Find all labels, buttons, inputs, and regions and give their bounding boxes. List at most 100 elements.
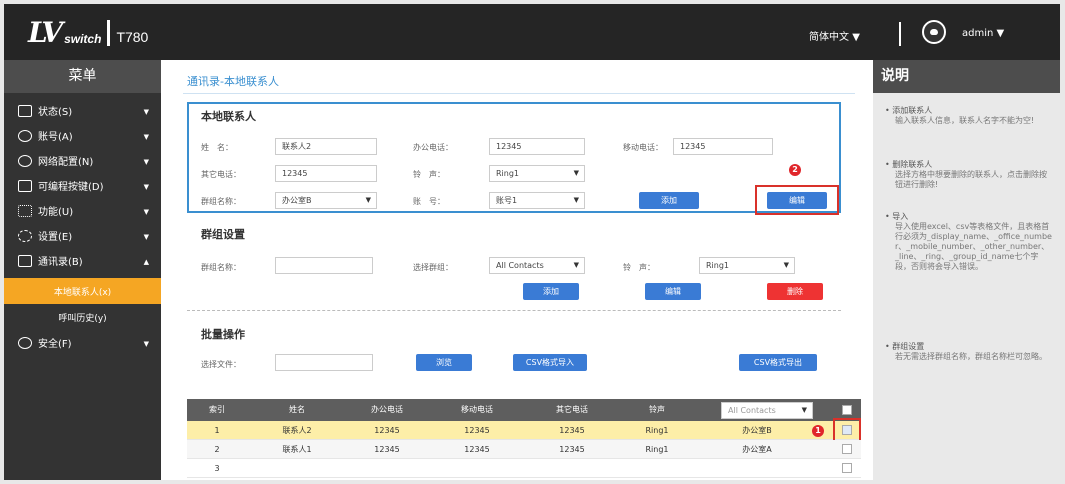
avatar-icon[interactable] (922, 20, 946, 44)
cell-name: 联系人2 (282, 426, 312, 435)
group-name-input[interactable] (275, 257, 373, 274)
group-name-label: 群组名称： (201, 263, 241, 272)
csv-import-button[interactable]: CSV格式导入 (513, 354, 587, 371)
sidebar-item-dsskey[interactable]: 可编程按键(D) ▼ (4, 173, 161, 198)
user-icon (18, 129, 32, 142)
help-panel: 说明 • 添加联系人 输入联系人信息，联系人名字不能为空! • 删除联系人 选择方格… (873, 60, 1060, 480)
breadcrumb: 通讯录-本地联系人 (187, 75, 279, 88)
sidebar-item-label: 设置(E) (38, 232, 73, 243)
book-icon (18, 254, 32, 267)
breadcrumb-divider (183, 93, 855, 94)
file-input[interactable] (275, 354, 373, 371)
account-label: 账 号： (413, 197, 445, 206)
sidebar-subitem-call-history[interactable]: 呼叫历史(y) (4, 304, 161, 330)
row-checkbox[interactable] (842, 444, 852, 454)
chevron-icon: ▼ (143, 158, 149, 166)
account-value: 账号1 (496, 196, 518, 205)
sidebar-title: 菜单 (4, 60, 161, 93)
other-phone-label: 其它电话： (201, 170, 241, 179)
sidebar-item-label: 网络配置(N) (38, 157, 94, 168)
row-checkbox[interactable] (842, 463, 852, 473)
help-section: • 导入 导入使用excel、csv等表格文件，且表格首行必须为_display_… (885, 212, 1052, 271)
help-section: • 群组设置 若无需选择群组名称，群组名称栏可忽略。 (885, 342, 1053, 362)
help-section-title: 导入 (892, 212, 909, 221)
add-group-button[interactable]: 添加 (523, 283, 579, 300)
help-section-desc: 导入使用excel、csv等表格文件，且表格首行必须为_display_name… (895, 222, 1052, 271)
ring-select[interactable]: Ring1 ▼ (489, 165, 585, 182)
cell-other: 12345 (559, 426, 585, 435)
main-content: 通讯录-本地联系人 本地联系人 姓 名： 联系人2 办公电话： 12345 移动… (161, 60, 873, 480)
other-phone-input[interactable]: 12345 (275, 165, 377, 182)
language-label: 简体中文 (809, 32, 849, 43)
sidebar-item-label: 状态(S) (38, 107, 73, 118)
name-input[interactable]: 联系人2 (275, 138, 377, 155)
sidebar-item-network[interactable]: 网络配置(N) ▼ (4, 148, 161, 173)
sidebar-item-status[interactable]: 状态(S) ▼ (4, 98, 161, 123)
help-section-title: 删除联系人 (892, 160, 933, 169)
group-filter-value: All Contacts (728, 406, 776, 415)
column-header: 移动电话 (461, 405, 493, 414)
step-badge-1: 1 (812, 425, 824, 437)
chevron-down-icon: ▼ (801, 406, 807, 414)
logo-main: LV (28, 16, 63, 49)
cell-index: 3 (214, 464, 220, 473)
delete-group-button[interactable]: 删除 (767, 283, 823, 300)
help-section-desc: 若无需选择群组名称，群组名称栏可忽略。 (895, 352, 1047, 361)
chevron-icon: ▼ (143, 340, 149, 348)
sidebar-item-settings[interactable]: 设置(E) ▼ (4, 223, 161, 248)
cell-other: 12345 (559, 445, 585, 454)
edit-contact-button[interactable]: 编辑 (767, 192, 827, 209)
chevron-up-icon: ▲ (143, 258, 149, 266)
logo: LV switch T780 (28, 16, 148, 49)
row-checkbox[interactable] (842, 425, 852, 435)
sidebar-item-features[interactable]: 功能(U) ▼ (4, 198, 161, 223)
column-header: 办公电话 (371, 405, 403, 414)
group-filter-select[interactable]: All Contacts ▼ (721, 402, 813, 419)
office-phone-label: 办公电话： (413, 143, 453, 152)
column-header: 铃声 (649, 405, 665, 414)
browse-button[interactable]: 浏览 (416, 354, 472, 371)
sidebar-item-directory[interactable]: 通讯录(B) ▲ (4, 248, 161, 273)
group-label: 群组名称： (201, 197, 241, 206)
help-section-title: 添加联系人 (892, 106, 933, 115)
chevron-down-icon: ▼ (573, 196, 579, 204)
group-ring-value: Ring1 (706, 261, 730, 270)
user-menu[interactable]: admin ▼ (962, 28, 1004, 39)
sidebar-item-security[interactable]: 安全(F) ▼ (4, 330, 161, 355)
edit-group-button[interactable]: 编辑 (645, 283, 701, 300)
gear-icon (18, 229, 32, 242)
sidebar: 菜单 状态(S) ▼ 账号(A) ▼ 网络配置(N) ▼ 可编程按键(D) ▼ 功能(U… (4, 60, 161, 480)
column-header: 索引 (209, 405, 225, 414)
office-phone-input[interactable]: 12345 (489, 138, 585, 155)
table-row[interactable]: 3 (187, 459, 861, 478)
language-selector[interactable]: 简体中文 ▼ (809, 28, 860, 43)
add-contact-button[interactable]: 添加 (639, 192, 699, 209)
network-icon (18, 154, 32, 167)
cell-mobile: 12345 (464, 445, 490, 454)
name-label: 姓 名： (201, 143, 233, 152)
table-row[interactable]: 2 联系人1 12345 12345 12345 Ring1 办公室A (187, 440, 861, 459)
cell-ring: Ring1 (645, 445, 669, 454)
help-section: • 添加联系人 输入联系人信息，联系人名字不能为空! (885, 106, 1053, 126)
logo-sub: switch (64, 32, 102, 46)
select-group-dropdown[interactable]: All Contacts ▼ (489, 257, 585, 274)
table-row[interactable]: 1 联系人2 12345 12345 12345 Ring1 办公室B 1 (187, 418, 861, 443)
mobile-phone-input[interactable]: 12345 (673, 138, 773, 155)
contact-form-title: 本地联系人 (201, 110, 256, 123)
cell-office: 12345 (374, 426, 400, 435)
group-select[interactable]: 办公室B ▼ (275, 192, 377, 209)
user-name: admin (962, 28, 994, 39)
chevron-icon: ▼ (143, 133, 149, 141)
select-all-checkbox[interactable] (842, 405, 852, 415)
sidebar-subitem-local-contacts[interactable]: 本地联系人(x) (4, 278, 161, 304)
cell-office: 12345 (374, 445, 400, 454)
batch-operations-title: 批量操作 (201, 328, 245, 341)
sidebar-item-account[interactable]: 账号(A) ▼ (4, 123, 161, 148)
account-select[interactable]: 账号1 ▼ (489, 192, 585, 209)
chevron-icon: ▼ (143, 108, 149, 116)
grid-icon (18, 204, 32, 217)
group-settings-title: 群组设置 (201, 228, 245, 241)
csv-export-button[interactable]: CSV格式导出 (739, 354, 817, 371)
cell-group: 办公室B (742, 426, 772, 435)
group-ring-select[interactable]: Ring1 ▼ (699, 257, 795, 274)
